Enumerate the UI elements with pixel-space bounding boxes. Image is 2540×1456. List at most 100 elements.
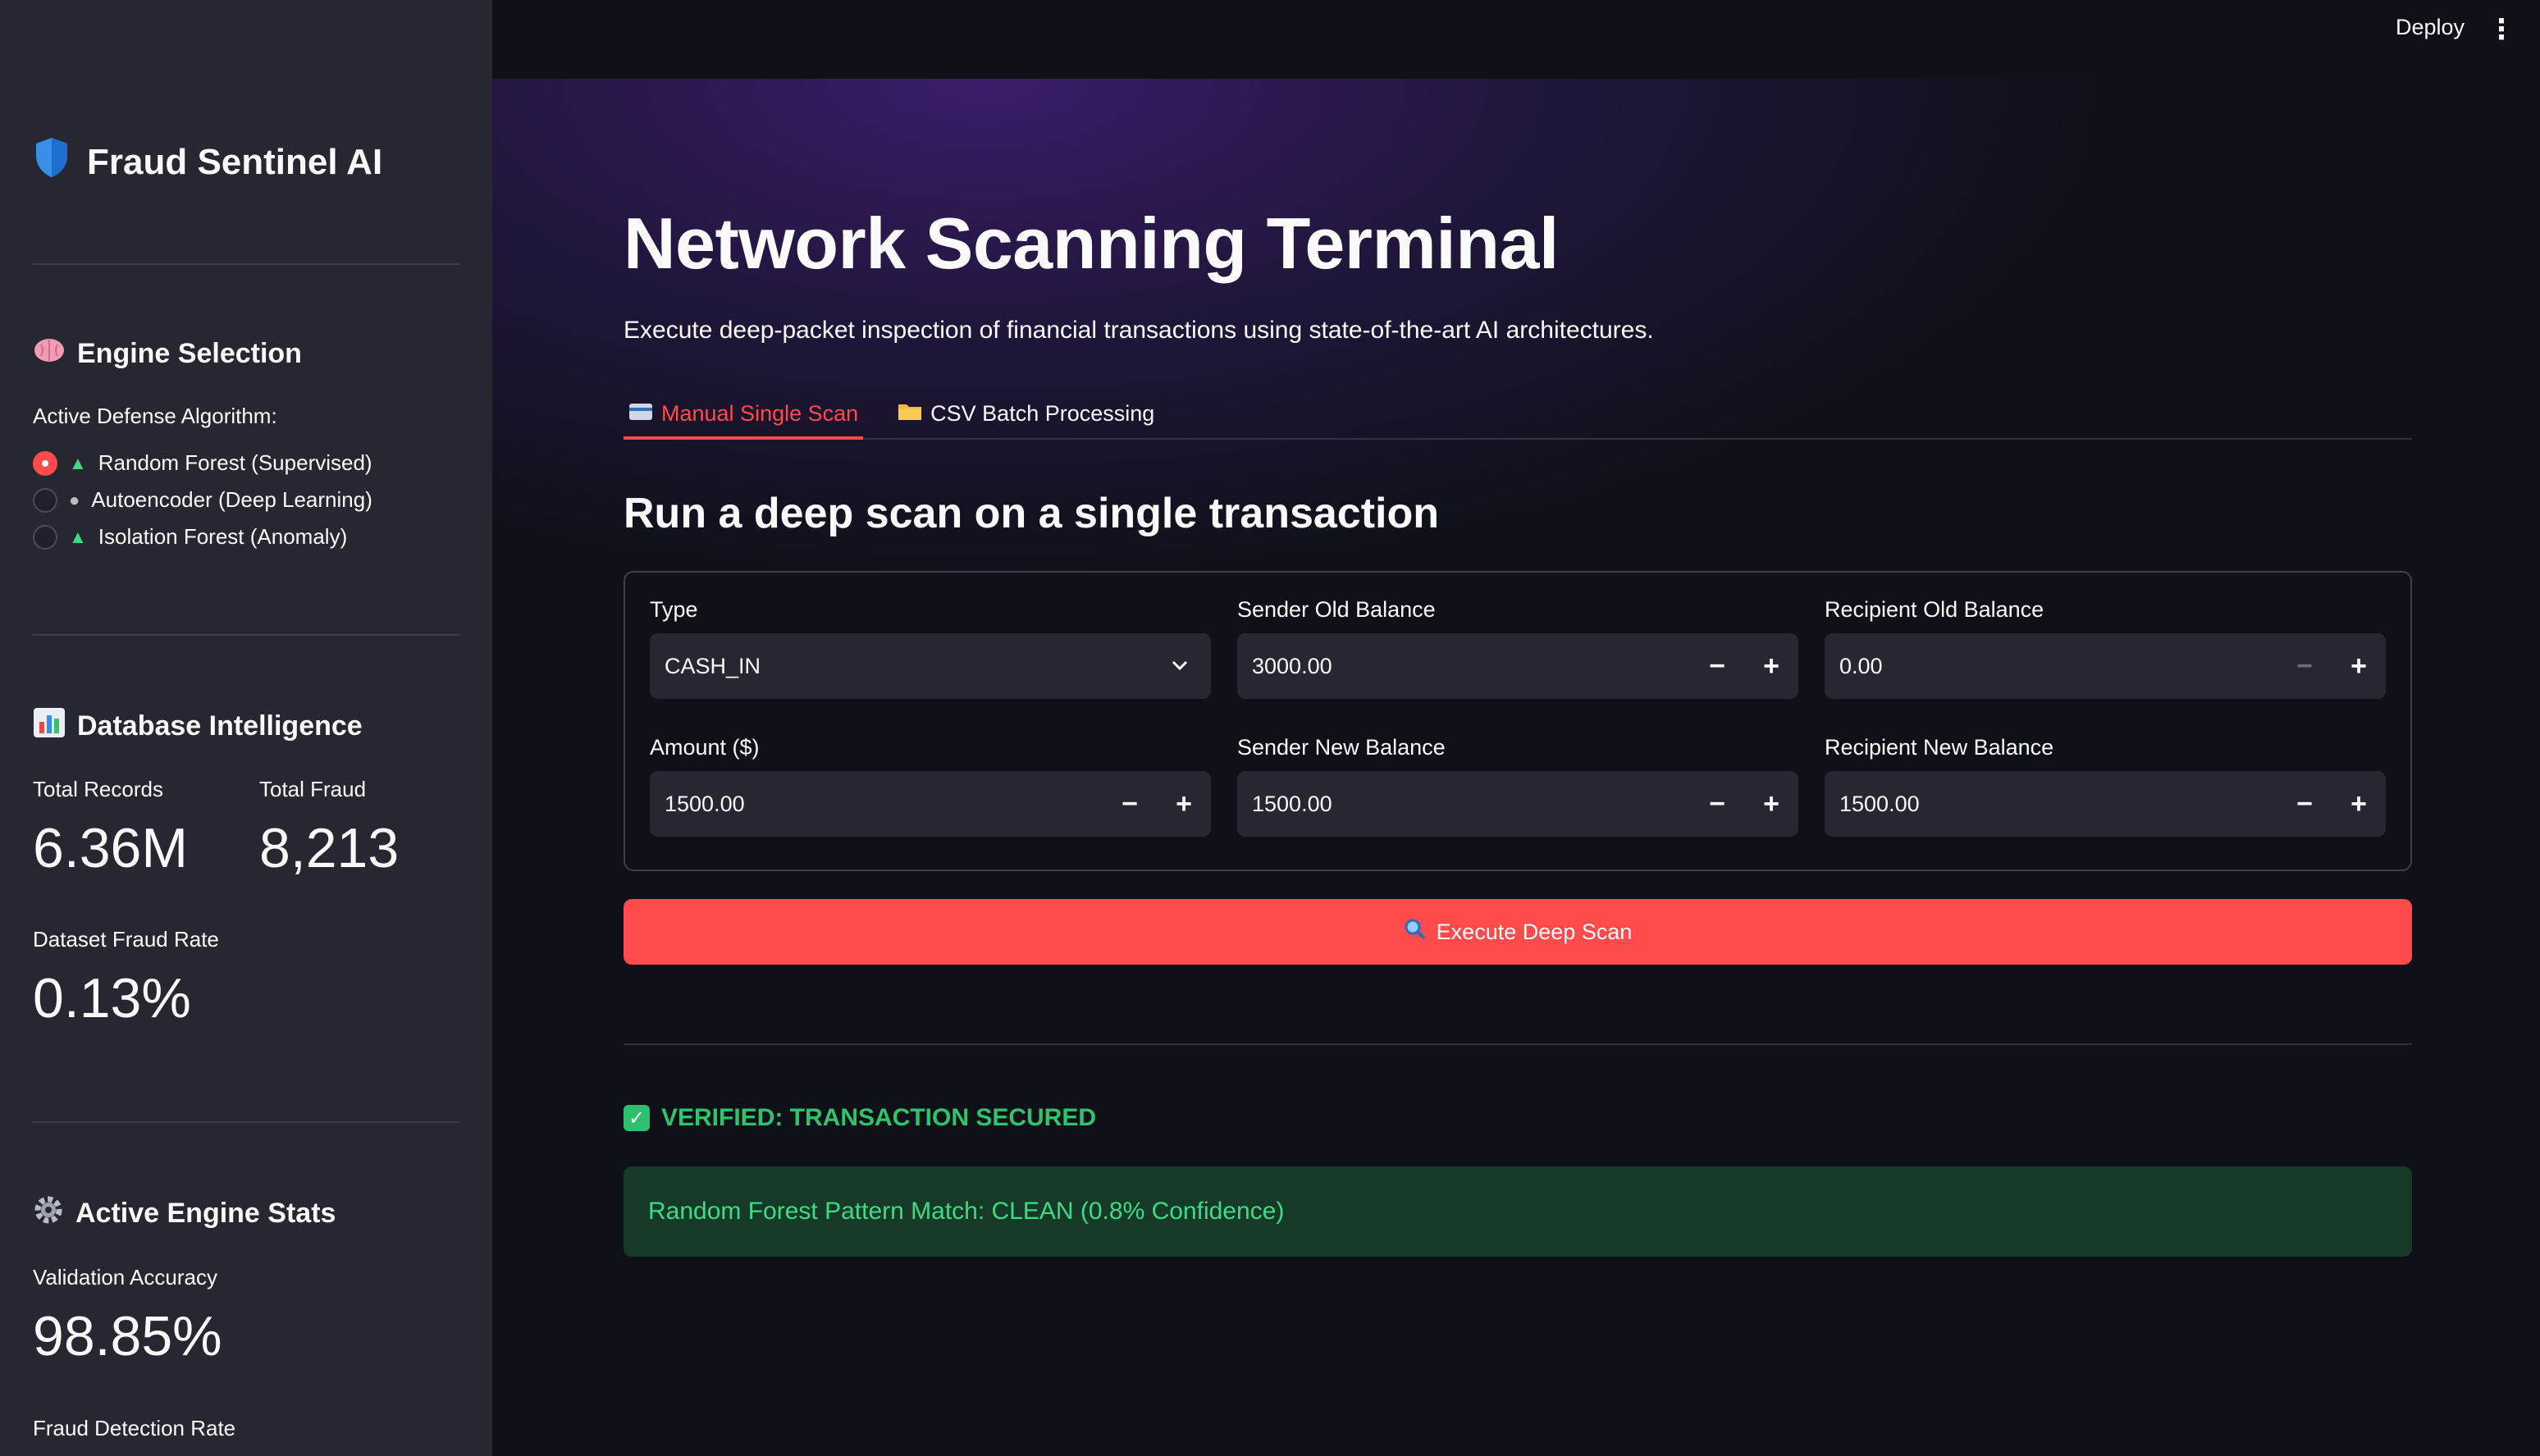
sender-old-value: 3000.00 [1252, 653, 1332, 678]
recipient-new-input[interactable]: 1500.00 − + [1825, 771, 2386, 837]
type-select[interactable]: CASH_IN [650, 633, 1211, 699]
sender-old-field: Sender Old Balance 3000.00 − + [1237, 597, 1798, 699]
database-heading-text: Database Intelligence [77, 710, 363, 742]
type-label: Type [650, 597, 698, 622]
sender-old-input[interactable]: 3000.00 − + [1237, 633, 1798, 699]
main-panel: Network Scanning Terminal Execute deep-p… [492, 79, 2540, 1456]
sender-new-stepper: − + [1690, 771, 1798, 837]
sidebar: Fraud Sentinel AI Engine Selection Activ… [0, 0, 492, 1456]
total-fraud-label: Total Fraud [259, 777, 367, 801]
recipient-old-stepper: − + [2277, 633, 2386, 699]
amount-value: 1500.00 [665, 791, 745, 816]
total-fraud-value: 8,213 [259, 817, 400, 879]
recipient-new-field: Recipient New Balance 1500.00 − + [1825, 735, 2386, 837]
sender-new-field: Sender New Balance 1500.00 − + [1237, 735, 1798, 837]
page-title: Network Scanning Terminal [624, 203, 1559, 284]
tab-csv-batch-processing[interactable]: CSV Batch Processing [893, 390, 1159, 436]
brand: Fraud Sentinel AI [33, 136, 459, 188]
radio-autoencoder[interactable]: ● Autoencoder (Deep Learning) [33, 482, 459, 518]
sidebar-divider [33, 634, 459, 636]
sender-new-input[interactable]: 1500.00 − + [1237, 771, 1798, 837]
fraud-rate-value: 0.13% [33, 967, 191, 1029]
amount-label: Amount ($) [650, 735, 760, 760]
engine-heading-text: Engine Selection [77, 338, 302, 369]
total-records-label: Total Records [33, 777, 163, 801]
radio-button[interactable] [33, 450, 57, 476]
execute-deep-scan-label: Execute Deep Scan [1436, 919, 1633, 944]
type-select-value: CASH_IN [665, 653, 761, 678]
plus-icon[interactable]: + [1744, 633, 1798, 699]
sender-new-label: Sender New Balance [1237, 735, 1446, 760]
radio-isolation-forest[interactable]: ▲ Isolation Forest (Anomaly) [33, 518, 459, 555]
sender-new-value: 1500.00 [1252, 791, 1332, 816]
minus-icon[interactable]: − [1103, 771, 1157, 837]
tab-bar: Manual Single Scan CSV Batch Processing [624, 390, 2412, 440]
engine-label: Active Defense Algorithm: [33, 404, 277, 428]
tab-label: CSV Batch Processing [930, 400, 1155, 426]
robot-icon: ● [69, 489, 80, 510]
radio-label: Autoencoder (Deep Learning) [91, 487, 372, 512]
amount-stepper: − + [1103, 771, 1211, 837]
bar-chart-icon [33, 707, 66, 746]
stats-heading: Active Engine Stats [33, 1194, 459, 1233]
engine-heading: Engine Selection [33, 336, 459, 372]
stats-heading-text: Active Engine Stats [75, 1198, 336, 1229]
checkmark-icon: ✓ [624, 1105, 650, 1131]
page-subtitle: Execute deep-packet inspection of financ… [624, 317, 1654, 344]
amount-field: Amount ($) 1500.00 − + [650, 735, 1211, 837]
brain-icon [33, 336, 66, 372]
tab-label: Manual Single Scan [661, 400, 859, 426]
recipient-new-stepper: − + [2277, 771, 2386, 837]
accuracy-label: Validation Accuracy [33, 1265, 217, 1289]
radio-random-forest[interactable]: ▲ Random Forest (Supervised) [33, 445, 459, 482]
sidebar-divider [33, 263, 459, 265]
radio-label: Random Forest (Supervised) [98, 450, 372, 475]
sender-old-stepper: − + [1690, 633, 1798, 699]
scan-form: Type CASH_IN Sender Old Balance 3000.00 … [624, 571, 2412, 871]
tree-icon: ▲ [69, 452, 87, 473]
recipient-old-input[interactable]: 0.00 − + [1825, 633, 2386, 699]
chevron-down-icon [1170, 651, 1190, 685]
gear-icon [33, 1194, 64, 1233]
recipient-old-value: 0.00 [1839, 653, 1883, 678]
plus-icon[interactable]: + [1157, 771, 1211, 837]
folder-icon [898, 401, 922, 427]
top-bar: Deploy ⋮ [492, 0, 2540, 79]
plus-icon[interactable]: + [2332, 633, 2386, 699]
status-label: VERIFIED: TRANSACTION SECURED [661, 1104, 1097, 1131]
tab-manual-single-scan[interactable]: Manual Single Scan [624, 390, 864, 440]
sidebar-divider [33, 1121, 459, 1123]
recipient-new-label: Recipient New Balance [1825, 735, 2054, 760]
credit-card-icon [628, 401, 653, 427]
minus-icon[interactable]: − [1690, 633, 1744, 699]
tree-icon: ▲ [69, 526, 87, 547]
amount-input[interactable]: 1500.00 − + [650, 771, 1211, 837]
plus-icon[interactable]: + [2332, 771, 2386, 837]
result-text: Random Forest Pattern Match: CLEAN (0.8%… [648, 1198, 1285, 1225]
minus-icon[interactable]: − [2277, 633, 2332, 699]
magnifier-icon [1404, 918, 1427, 947]
total-records-value: 6.36M [33, 817, 188, 879]
deploy-button[interactable]: Deploy [2396, 15, 2465, 40]
fraud-rate-label: Dataset Fraud Rate [33, 927, 219, 952]
recipient-old-label: Recipient Old Balance [1825, 597, 2044, 622]
kebab-menu-icon[interactable]: ⋮ [2487, 13, 2515, 46]
execute-deep-scan-button[interactable]: Execute Deep Scan [624, 899, 2412, 965]
recipient-new-value: 1500.00 [1839, 791, 1920, 816]
plus-icon[interactable]: + [1744, 771, 1798, 837]
radio-label: Isolation Forest (Anomaly) [98, 524, 348, 549]
database-heading: Database Intelligence [33, 707, 459, 746]
minus-icon[interactable]: − [2277, 771, 2332, 837]
radio-button[interactable] [33, 524, 57, 550]
section-heading: Run a deep scan on a single transaction [624, 490, 1440, 537]
status-verified: ✓ VERIFIED: TRANSACTION SECURED [624, 1104, 2412, 1132]
sender-old-label: Sender Old Balance [1237, 597, 1436, 622]
result-alert: Random Forest Pattern Match: CLEAN (0.8%… [624, 1166, 2412, 1257]
minus-icon[interactable]: − [1690, 771, 1744, 837]
accuracy-value: 98.85% [33, 1305, 222, 1367]
brand-title: Fraud Sentinel AI [87, 141, 383, 182]
divider [624, 1043, 2412, 1045]
recipient-old-field: Recipient Old Balance 0.00 − + [1825, 597, 2386, 699]
radio-button[interactable] [33, 487, 57, 513]
detection-rate-label: Fraud Detection Rate [33, 1416, 236, 1440]
